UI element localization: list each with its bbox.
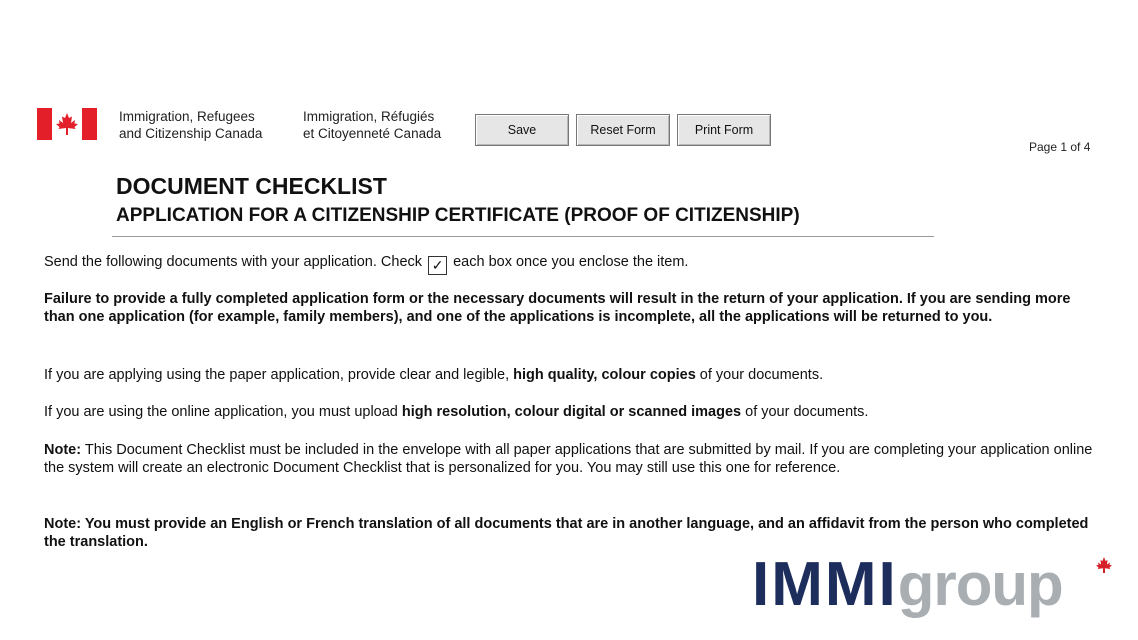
online-prefix: If you are using the online application,… — [44, 404, 398, 420]
logo-immi-text: IMMI — [752, 550, 898, 619]
title-divider — [112, 236, 934, 237]
reset-form-button[interactable]: Reset Form — [576, 114, 670, 146]
agency-fr-line2: et Citoyenneté Canada — [303, 126, 442, 141]
document-title: DOCUMENT CHECKLIST — [116, 173, 387, 199]
print-form-button[interactable]: Print Form — [677, 114, 771, 146]
agency-name-english: Immigration, Refugees and Citizenship Ca… — [119, 108, 262, 142]
note-translation: Note: You must provide an English or Fre… — [44, 516, 1089, 550]
paper-suffix: of your documents. — [699, 367, 824, 383]
send-prefix: Send the following documents with your a… — [44, 254, 423, 270]
logo-group-text: group — [897, 551, 1064, 618]
failure-warning: Failure to provide a fully completed app… — [44, 291, 1071, 325]
immigroup-logo: IMMIgroup — [752, 550, 1064, 620]
canada-flag-icon — [37, 108, 97, 140]
document-subtitle: APPLICATION FOR A CITIZENSHIP CERTIFICAT… — [116, 205, 800, 226]
note-checklist: Note: This Document Checklist must be in… — [44, 441, 1104, 477]
paper-prefix: If you are applying using the paper appl… — [44, 367, 510, 383]
send-suffix: each box once you enclose the item. — [453, 254, 689, 270]
agency-fr-line1: Immigration, Réfugiés — [303, 109, 435, 124]
online-suffix: of your documents. — [745, 404, 869, 420]
save-button[interactable]: Save — [475, 114, 569, 146]
note-label: Note: — [44, 442, 82, 458]
send-instructions: Send the following documents with your a… — [44, 253, 1104, 275]
page-indicator: Page 1 of 4 — [1029, 140, 1091, 154]
online-emphasis: high resolution, colour digital or scann… — [401, 404, 742, 420]
maple-leaf-icon — [1096, 557, 1112, 573]
checkbox-example-icon: ✓ — [428, 256, 448, 275]
online-application-instructions: If you are using the online application,… — [44, 403, 1104, 421]
agency-en-line2: and Citizenship Canada — [119, 126, 263, 141]
note-checklist-text: This Document Checklist must be included… — [44, 442, 1093, 476]
agency-name-french: Immigration, Réfugiés et Citoyenneté Can… — [303, 108, 441, 142]
agency-en-line1: Immigration, Refugees — [119, 109, 255, 124]
paper-application-instructions: If you are applying using the paper appl… — [44, 366, 1104, 384]
paper-emphasis: high quality, colour copies — [513, 367, 696, 383]
